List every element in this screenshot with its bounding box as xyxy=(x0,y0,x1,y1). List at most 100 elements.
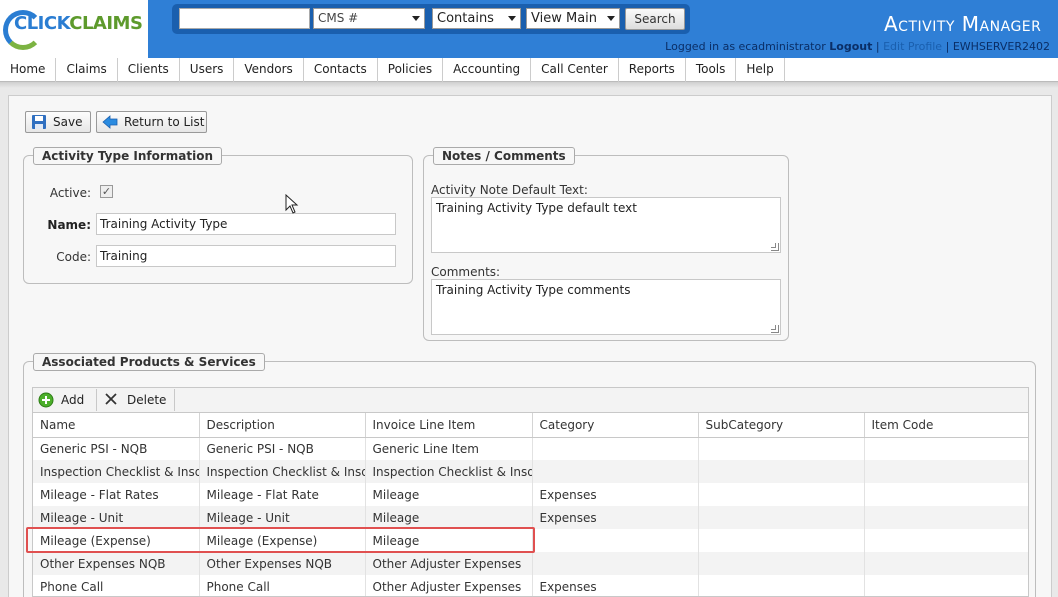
grid-toolbar: Add Delete xyxy=(33,388,1028,413)
match-type-value: Contains xyxy=(437,11,494,26)
row-highlight-annotation xyxy=(26,527,535,553)
table-row[interactable]: Inspection Checklist & Insd Sig Inspecti… xyxy=(33,460,1028,483)
table-cell xyxy=(698,460,865,483)
table-cell: Mileage - Unit xyxy=(199,506,366,529)
default-text-textarea[interactable]: Training Activity Type default text xyxy=(431,197,781,253)
match-type-select[interactable]: Contains xyxy=(432,8,521,29)
code-label: Code: xyxy=(56,250,91,264)
menu-vendors[interactable]: Vendors xyxy=(234,58,304,82)
table-cell xyxy=(532,437,699,460)
resize-handle-icon[interactable] xyxy=(771,325,779,333)
column-header-description[interactable]: Description xyxy=(199,413,366,438)
page-title: Activity Manager xyxy=(884,12,1042,36)
separator: | xyxy=(945,40,950,53)
logo-text-click: CLICK xyxy=(14,13,70,34)
table-cell xyxy=(698,437,865,460)
active-checkbox[interactable]: ✓ xyxy=(100,185,113,198)
save-button[interactable]: Save xyxy=(25,111,91,133)
view-select[interactable]: View Main xyxy=(526,8,620,29)
products-grid: Add Delete Name Description Invoice Line… xyxy=(32,387,1029,597)
search-field-select[interactable]: CMS # xyxy=(313,8,425,29)
table-cell xyxy=(864,437,1028,460)
products-table: Name Description Invoice Line Item Categ… xyxy=(33,413,1028,596)
comments-textarea[interactable]: Training Activity Type comments xyxy=(431,279,781,335)
search-button[interactable]: Search xyxy=(625,8,685,30)
menu-shadow xyxy=(0,82,1058,88)
menu-tools[interactable]: Tools xyxy=(686,58,737,82)
server-name: EWHSERVER2402 xyxy=(952,40,1050,53)
table-cell: Other Adjuster Expenses xyxy=(365,552,533,575)
menu-contacts[interactable]: Contacts xyxy=(304,58,378,82)
table-cell xyxy=(864,575,1028,596)
default-text-value: Training Activity Type default text xyxy=(436,201,637,215)
table-cell xyxy=(864,552,1028,575)
global-search-input[interactable] xyxy=(179,8,310,29)
chevron-down-icon xyxy=(508,16,516,21)
table-row[interactable]: Phone Call Phone Call Other Adjuster Exp… xyxy=(33,575,1028,596)
checkmark-icon: ✓ xyxy=(101,185,112,198)
name-input[interactable]: Training Activity Type xyxy=(96,213,396,235)
menu-call-center[interactable]: Call Center xyxy=(531,58,619,82)
logout-link[interactable]: Logout xyxy=(829,40,872,53)
table-header-row: Name Description Invoice Line Item Categ… xyxy=(33,413,1028,438)
logged-in-text: Logged in as ecadministrator xyxy=(665,40,826,53)
menu-home[interactable]: Home xyxy=(0,58,57,82)
chevron-down-icon xyxy=(607,16,615,21)
table-cell xyxy=(532,552,699,575)
global-search-panel: CMS # Contains View Main Search xyxy=(172,4,690,34)
menu-clients[interactable]: Clients xyxy=(118,58,180,82)
active-label: Active: xyxy=(49,186,91,200)
mouse-cursor-icon xyxy=(285,194,299,214)
table-cell: Inspection Checklist & Insd Sig xyxy=(365,460,533,483)
table-cell: Generic Line Item xyxy=(365,437,533,460)
resize-handle-icon[interactable] xyxy=(771,243,779,251)
table-cell: Inspection Checklist & Insd Sig xyxy=(199,460,366,483)
table-cell: Other Expenses NQB xyxy=(199,552,366,575)
menu-accounting[interactable]: Accounting xyxy=(443,58,532,82)
table-cell xyxy=(532,529,699,552)
table-row[interactable]: Mileage - Flat Rates Mileage - Flat Rate… xyxy=(33,483,1028,506)
search-field-value: CMS # xyxy=(318,11,359,25)
save-label: Save xyxy=(53,115,83,129)
menu-users[interactable]: Users xyxy=(180,58,235,82)
column-header-category[interactable]: Category xyxy=(532,413,699,438)
separator: | xyxy=(875,40,880,53)
menu-reports[interactable]: Reports xyxy=(619,58,686,82)
table-cell xyxy=(864,529,1028,552)
add-button[interactable]: Add xyxy=(33,389,97,411)
view-value: View Main xyxy=(531,11,598,26)
clickclaims-logo[interactable]: CLICKCLAIMS xyxy=(0,0,148,58)
table-cell: Expenses xyxy=(532,575,699,596)
column-header-subcategory[interactable]: SubCategory xyxy=(698,413,865,438)
table-cell: Expenses xyxy=(532,483,699,506)
edit-profile-link[interactable]: Edit Profile xyxy=(883,40,942,53)
table-cell xyxy=(698,483,865,506)
column-header-item-code[interactable]: Item Code xyxy=(864,413,1028,438)
delete-button[interactable]: Delete xyxy=(99,389,175,411)
table-row[interactable]: Mileage - Unit Mileage - Unit Mileage Ex… xyxy=(33,506,1028,529)
table-cell xyxy=(864,483,1028,506)
table-cell: Inspection Checklist & Insd Sig xyxy=(33,460,200,483)
code-input[interactable]: Training xyxy=(96,245,396,267)
menu-policies[interactable]: Policies xyxy=(378,58,444,82)
table-cell: Expenses xyxy=(532,506,699,529)
default-text-label: Activity Note Default Text: xyxy=(431,183,588,197)
return-to-list-button[interactable]: Return to List xyxy=(96,111,207,133)
table-cell: Phone Call xyxy=(199,575,366,596)
close-icon xyxy=(105,393,117,405)
table-cell xyxy=(864,506,1028,529)
activity-type-legend: Activity Type Information xyxy=(33,147,223,165)
comments-value: Training Activity Type comments xyxy=(436,283,631,297)
menu-help[interactable]: Help xyxy=(736,58,785,82)
column-header-invoice-line-item[interactable]: Invoice Line Item xyxy=(365,413,533,438)
column-header-name[interactable]: Name xyxy=(33,413,200,438)
arrow-left-icon xyxy=(102,115,118,129)
table-row[interactable]: Generic PSI - NQB Generic PSI - NQB Gene… xyxy=(33,437,1028,460)
notes-legend: Notes / Comments xyxy=(433,147,575,165)
table-cell: Phone Call xyxy=(33,575,200,596)
table-cell: Mileage xyxy=(365,506,533,529)
comments-label: Comments: xyxy=(431,265,501,279)
table-cell xyxy=(698,552,865,575)
table-row[interactable]: Other Expenses NQB Other Expenses NQB Ot… xyxy=(33,552,1028,575)
menu-claims[interactable]: Claims xyxy=(56,58,118,82)
